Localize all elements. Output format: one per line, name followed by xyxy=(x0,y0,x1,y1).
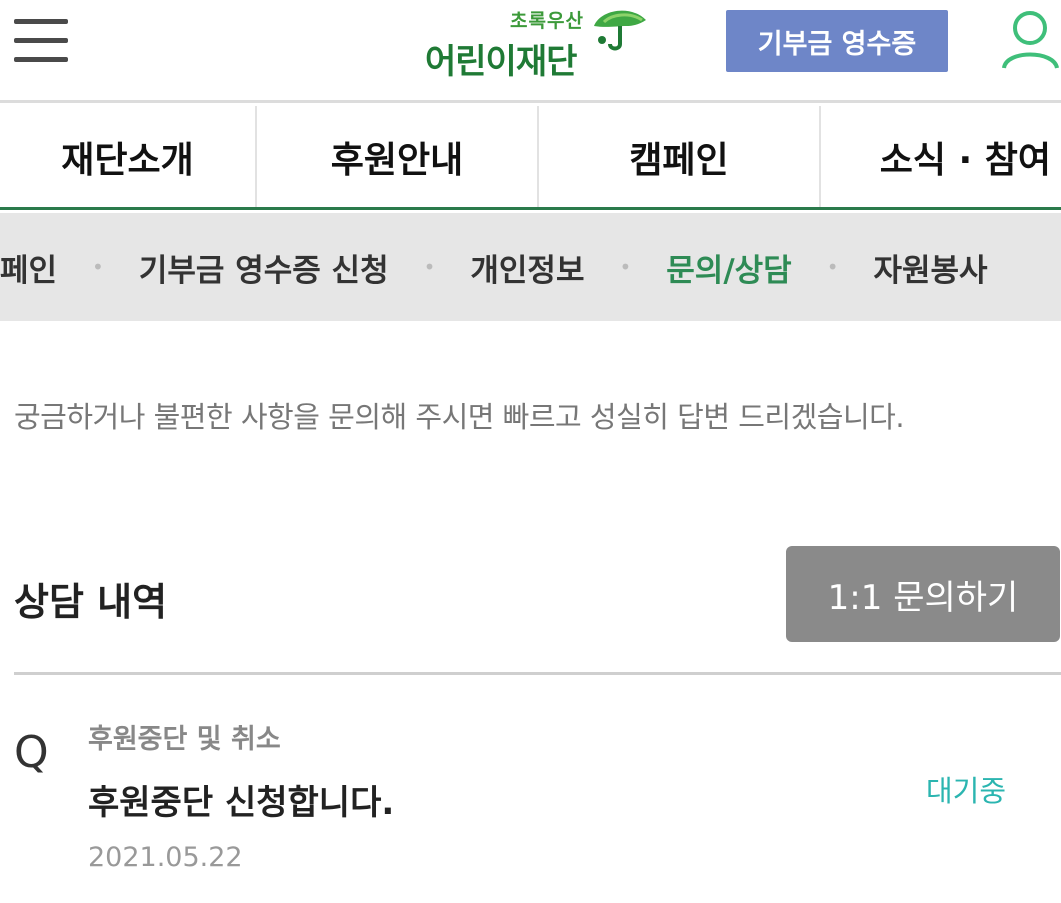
main-nav-campaign[interactable]: 캠페인 xyxy=(539,106,821,207)
top-header: 초록우산 어린이재단 기부금 영수증 xyxy=(0,0,1061,103)
main-nav-sponsorship[interactable]: 후원안내 xyxy=(257,106,539,207)
donation-receipt-button[interactable]: 기부금 영수증 xyxy=(726,10,948,72)
inquiry-date: 2021.05.22 xyxy=(88,842,243,873)
separator-dot: • xyxy=(423,255,436,279)
page-description: 궁금하거나 불편한 사항을 문의해 주시면 빠르고 성실히 답변 드리겠습니다. xyxy=(14,400,905,434)
logo-tagline: 초록우산 xyxy=(510,10,584,32)
inquiry-subject: 후원중단 신청합니다. xyxy=(88,783,395,823)
main-nav-news[interactable]: 소식 · 참여 xyxy=(821,106,1061,207)
question-mark-label: Q xyxy=(14,727,49,778)
user-icon[interactable] xyxy=(1000,8,1061,70)
separator-dot: • xyxy=(92,255,104,279)
hamburger-menu-icon[interactable] xyxy=(14,17,70,65)
logo[interactable]: 초록우산 어린이재단 xyxy=(425,4,650,82)
sub-nav-privacy[interactable]: 개인정보 xyxy=(470,245,584,290)
inquiry-list-item[interactable]: Q 후원중단 및 취소 후원중단 신청합니다. 대기중 2021.05.22 xyxy=(0,675,1061,903)
sub-nav-volunteer[interactable]: 자원봉사 xyxy=(873,245,987,290)
logo-name: 어린이재단 xyxy=(425,42,577,82)
sub-nav-inquiry[interactable]: 문의/상담 xyxy=(666,245,791,290)
sub-nav: 페인 • 기부금 영수증 신청 • 개인정보 • 문의/상담 • 자원봉사 xyxy=(0,213,1061,321)
history-title: 상담 내역 xyxy=(14,580,168,624)
sub-nav-receipt[interactable]: 기부금 영수증 신청 xyxy=(139,245,389,290)
status-badge: 대기중 xyxy=(926,774,1007,808)
separator-dot: • xyxy=(826,255,839,279)
main-nav: 재단소개 후원안내 캠페인 소식 · 참여 xyxy=(0,106,1061,210)
separator-dot: • xyxy=(619,255,632,279)
main-nav-foundation[interactable]: 재단소개 xyxy=(0,106,257,207)
one-on-one-inquiry-button[interactable]: 1:1 문의하기 xyxy=(786,546,1060,642)
green-umbrella-icon xyxy=(594,10,646,51)
inquiry-category: 후원중단 및 취소 xyxy=(88,724,281,755)
sub-nav-campaign[interactable]: 페인 xyxy=(0,245,57,290)
